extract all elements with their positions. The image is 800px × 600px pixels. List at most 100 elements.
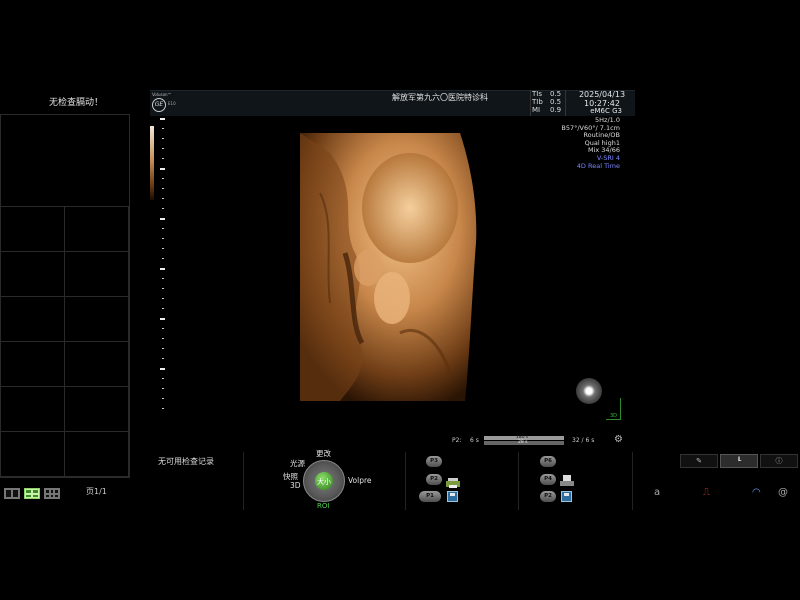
ruler-tick: [162, 408, 164, 409]
3d-render-view[interactable]: [300, 133, 485, 401]
dial-label-change[interactable]: 更改: [316, 448, 331, 459]
ruler-tick: [162, 308, 164, 309]
ruler-tick: [162, 288, 164, 289]
ruler-tick: [160, 368, 165, 370]
roi-label[interactable]: ROI: [317, 502, 329, 510]
thumbnail-slot[interactable]: [65, 387, 129, 432]
hospital-name: 解放军第九六〇医院特诊科: [392, 93, 488, 102]
brand-model: E10: [168, 101, 176, 106]
divider: [518, 452, 519, 510]
ruler-tick: [162, 138, 164, 139]
layout-3x3-button[interactable]: [44, 488, 60, 499]
p2-button-2[interactable]: P2: [540, 491, 556, 502]
thumbnail-slot[interactable]: [65, 297, 129, 342]
orientation-ball-icon[interactable]: [576, 378, 602, 404]
thumbnail-slot[interactable]: [1, 115, 129, 207]
ruler-tick: [162, 398, 164, 399]
grayscale-bar: [150, 126, 154, 200]
ruler-tick: [162, 278, 164, 279]
gear-icon[interactable]: ⚙: [614, 434, 623, 445]
param-line-blue: 4D Real Time: [576, 161, 620, 170]
dial-label-volpre[interactable]: Volpre: [348, 476, 372, 485]
layout-buttons: [4, 488, 60, 499]
save-icon[interactable]: [447, 491, 458, 502]
cine-bar[interactable]: P2: 6 s 180 s 28 s 32 / 6 s: [452, 435, 607, 448]
dial-label-3d[interactable]: 3D: [290, 481, 301, 490]
fetal-3d-image: [300, 133, 485, 401]
panel-tabs: ✎ ╙ ⓘ: [680, 454, 798, 468]
thumbnail-slot[interactable]: [65, 252, 129, 297]
control-dial: 更改 光源 快照 3D Volpre 大小 ROI: [278, 446, 388, 514]
divider: [405, 452, 406, 510]
thumbnail-slot[interactable]: [1, 297, 65, 342]
ruler-tick: [162, 148, 164, 149]
ruler-tick: [162, 348, 164, 349]
ruler-tick: [162, 248, 164, 249]
thumbnail-grid: [0, 114, 130, 478]
ruler-tick: [162, 358, 164, 359]
probe-name: eM6C G3: [590, 107, 622, 115]
ge-logo-icon: GE: [152, 98, 166, 112]
document-icon[interactable]: [560, 472, 574, 486]
axis-3d-label: 3D: [610, 413, 618, 419]
ruler-tick: [162, 258, 164, 259]
print-icon[interactable]: [446, 474, 460, 488]
thumbnail-slot[interactable]: [1, 207, 65, 252]
thumbnail-slot[interactable]: [65, 342, 129, 387]
date: 2025/04/13: [578, 90, 626, 99]
at-icon[interactable]: @: [778, 487, 788, 498]
ruler-tick: [162, 188, 164, 189]
wifi-icon[interactable]: ◠: [752, 487, 761, 498]
thumbnail-slot[interactable]: [65, 432, 129, 477]
index-tis: TIs 0.5: [532, 90, 562, 98]
ruler-tick: [162, 328, 164, 329]
network-icon[interactable]: ⎍: [703, 487, 710, 498]
ruler-tick: [162, 128, 164, 129]
layout-1x2-button[interactable]: [4, 488, 20, 499]
dial-label-light[interactable]: 光源: [290, 458, 305, 469]
axis-3d-icon: 3D: [606, 398, 624, 422]
ruler-tick: [162, 198, 164, 199]
ruler-tick: [162, 388, 164, 389]
brand-small: Voluson™: [152, 92, 172, 97]
p1-button[interactable]: P1: [419, 491, 441, 502]
p6-button[interactable]: P6: [540, 456, 556, 467]
info-icon[interactable]: ⓘ: [760, 454, 798, 468]
imaging-params: 5Hz/1.0 B57°/V60°/ 7.1cm Routine/OB Qual…: [561, 116, 620, 170]
ruler-tick: [162, 208, 164, 209]
thumbnail-slot[interactable]: [1, 387, 65, 432]
depth-ruler: [160, 118, 168, 418]
cine-label: P2:: [452, 437, 462, 444]
edit-icon[interactable]: ✎: [680, 454, 718, 468]
exam-status-text: 无检查膈动！: [48, 98, 103, 108]
ruler-tick: [160, 168, 165, 170]
layout-2x2-button[interactable]: [24, 488, 40, 499]
p3-button[interactable]: P3: [426, 456, 442, 467]
p2-button[interactable]: P2: [426, 474, 442, 485]
ruler-tick: [162, 228, 164, 229]
p4-button[interactable]: P4: [540, 474, 556, 485]
ruler-tick: [162, 238, 164, 239]
chart-icon[interactable]: ╙: [720, 454, 758, 468]
page-indicator: 页1/1: [86, 487, 107, 496]
a-icon[interactable]: a: [654, 487, 660, 498]
ruler-tick: [162, 298, 164, 299]
ruler-tick: [160, 218, 165, 220]
index-mi: MI 0.9: [532, 106, 562, 114]
thumbnail-slot[interactable]: [1, 432, 65, 477]
ge-logo: Voluson™ GE E10: [150, 92, 180, 114]
thumbnail-slot[interactable]: [1, 252, 65, 297]
ruler-tick: [160, 118, 165, 120]
save-icon-2[interactable]: [561, 491, 572, 502]
cine-left-value: 6 s: [470, 437, 479, 444]
thumbnail-slot[interactable]: [65, 207, 129, 252]
index-tib: TIb 0.5: [532, 98, 562, 106]
cine-right-value: 32 / 6 s: [572, 437, 595, 444]
thumbnail-slot[interactable]: [1, 342, 65, 387]
divider: [243, 452, 244, 510]
no-record-text: 无可用检查记录: [158, 457, 214, 466]
ruler-tick: [162, 178, 164, 179]
divider: [632, 452, 633, 510]
ruler-tick: [160, 318, 165, 320]
ruler-tick: [162, 158, 164, 159]
